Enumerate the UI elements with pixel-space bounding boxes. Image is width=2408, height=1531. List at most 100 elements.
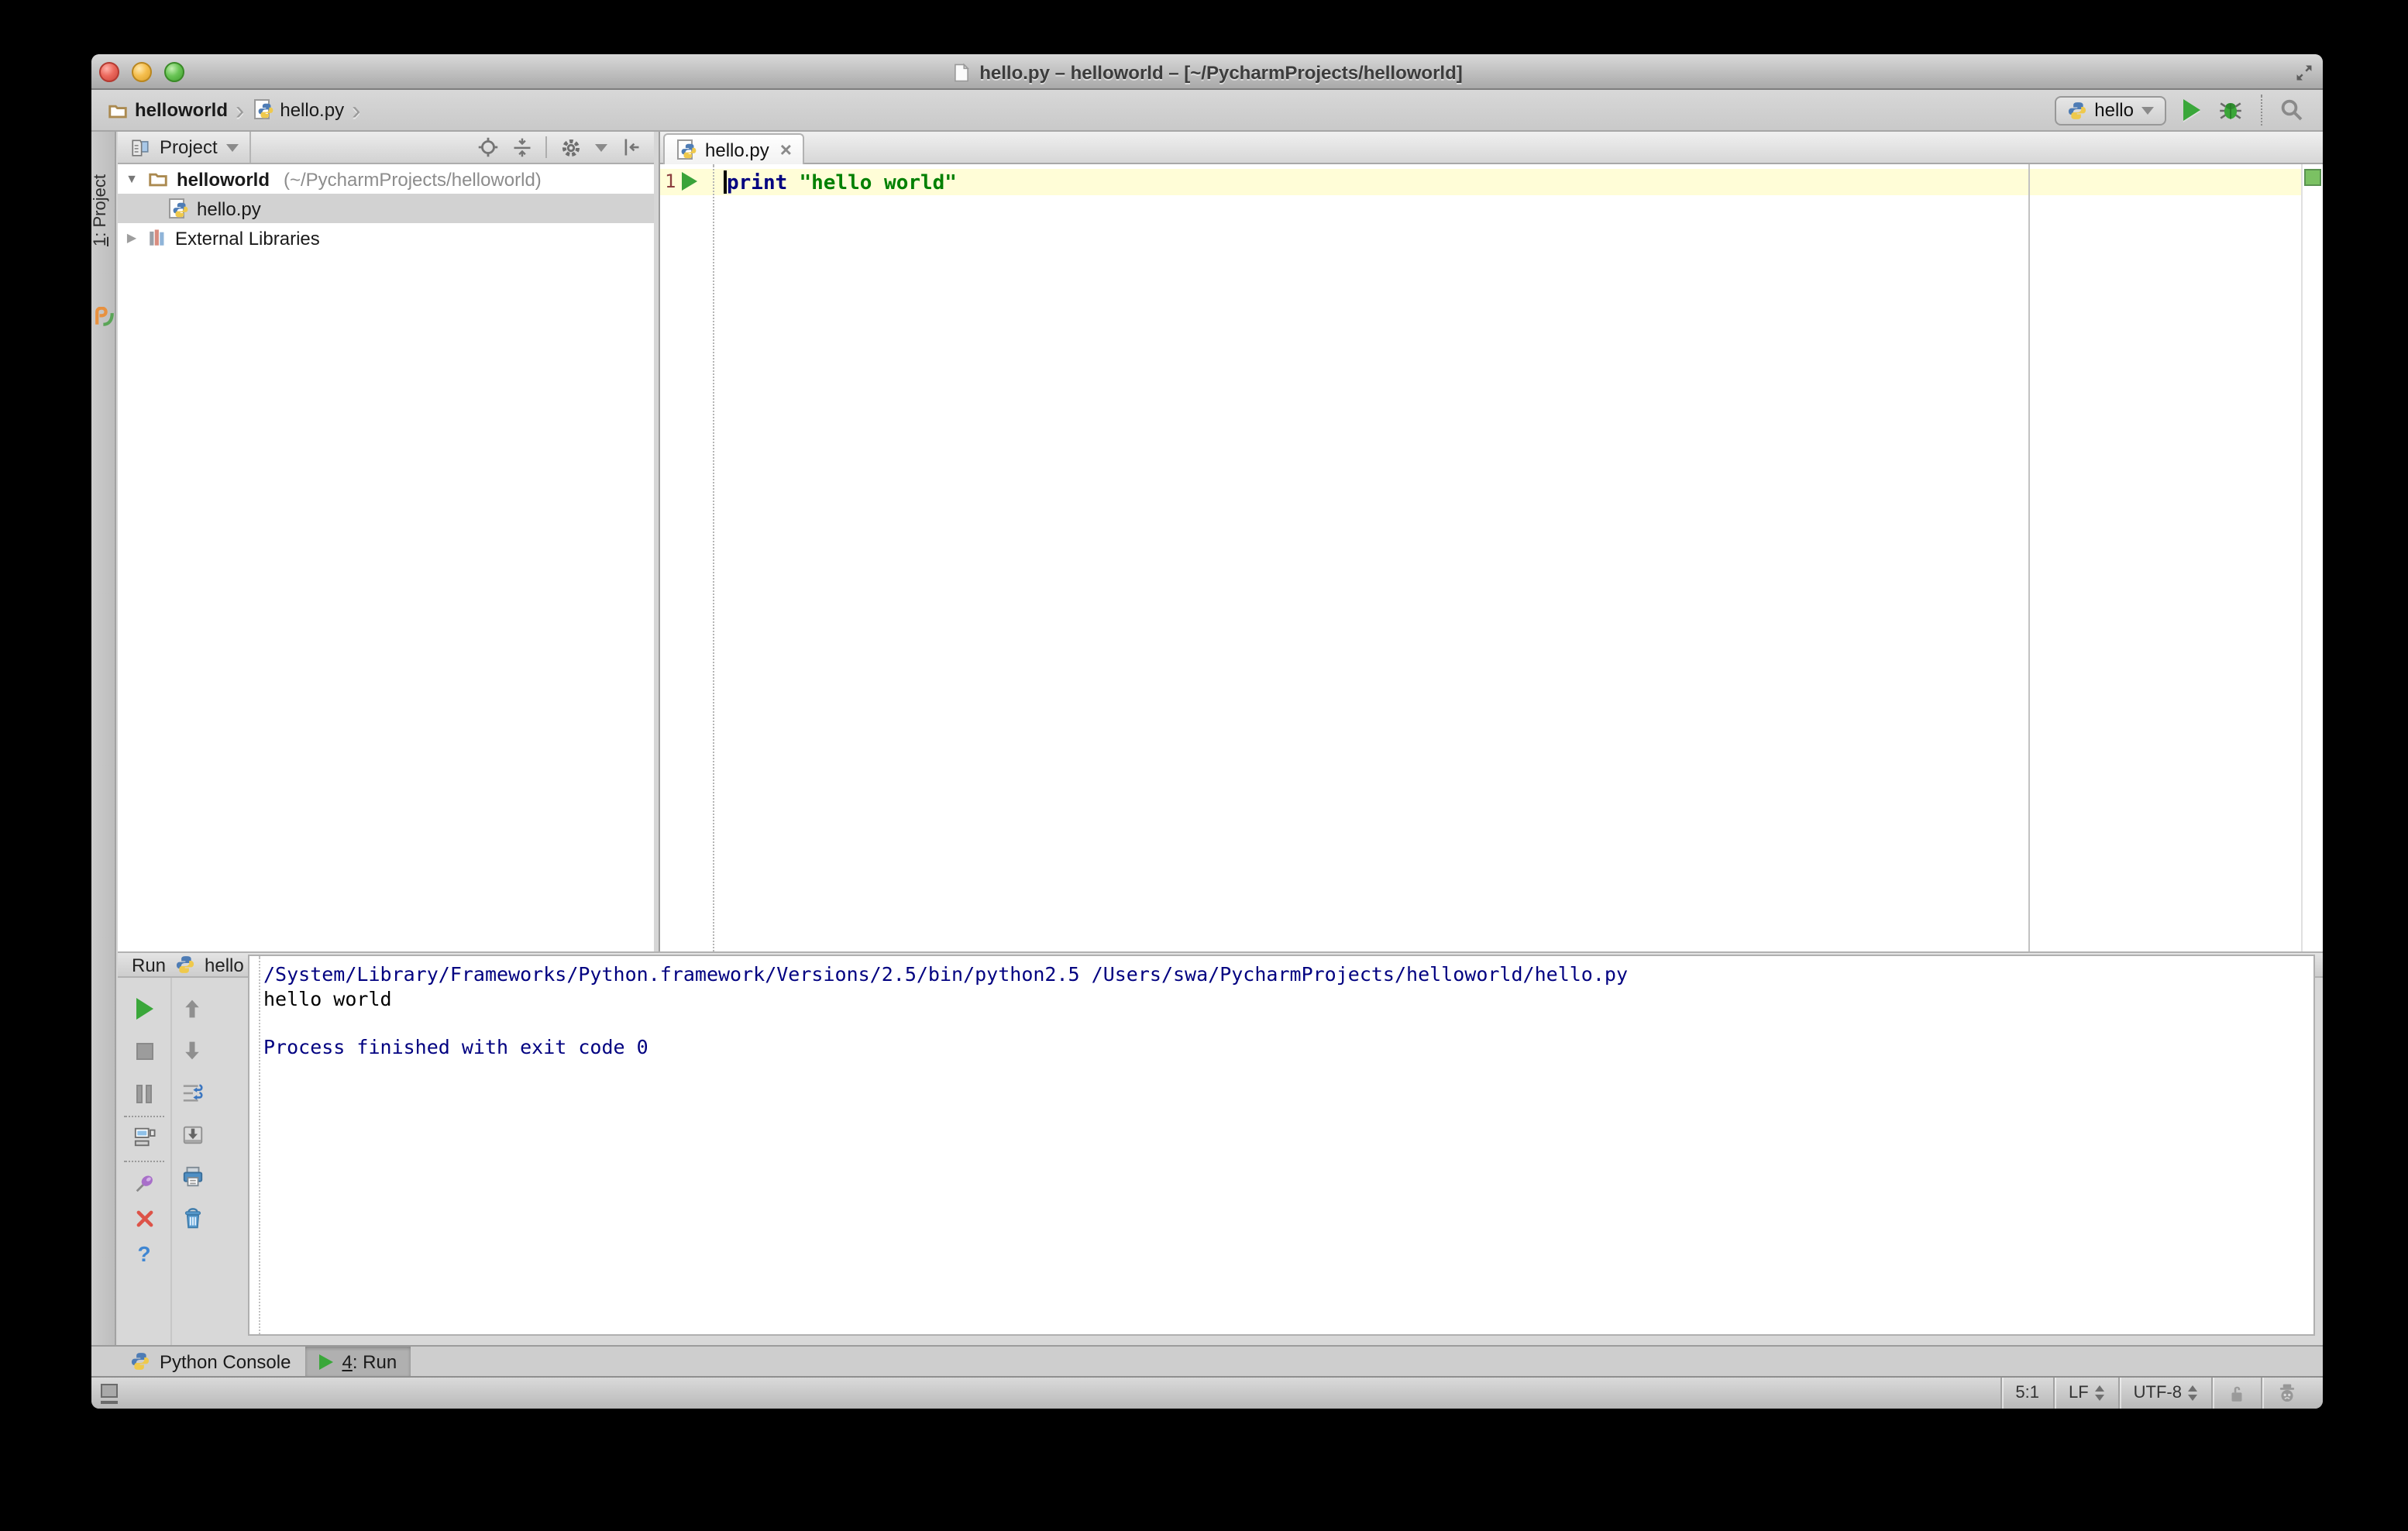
inspection-status-indicator[interactable] <box>2304 169 2321 186</box>
toolbar-divider <box>170 978 172 1345</box>
pin-tab-button[interactable] <box>132 1170 157 1195</box>
title-bar[interactable]: hello.py – helloworld – [~/PycharmProjec… <box>91 54 2323 90</box>
unlock-icon <box>2227 1383 2247 1403</box>
tree-row-project-root[interactable]: ▼ helloworld (~/PycharmProjects/hellowor… <box>118 164 654 194</box>
status-bar: 5:1 LF UTF-8 <box>91 1376 2323 1409</box>
project-toolwindow-button[interactable]: 1: Project <box>91 174 110 246</box>
hide-panel-icon[interactable] <box>620 136 642 158</box>
code-string: "hello world" <box>799 172 957 195</box>
updown-arrows-icon <box>2188 1385 2197 1401</box>
editor-area: hello.py × 1 print "hello world" <box>659 132 2323 951</box>
toolwindow-bar: Python Console 4: Run <box>91 1345 2323 1376</box>
chevron-down-icon <box>226 143 239 151</box>
project-panel: Project ▼ helloworld (~/PycharmProjects/… <box>118 132 654 951</box>
console-line: /System/Library/Frameworks/Python.framew… <box>263 962 1628 986</box>
run-tab-name: hello <box>205 954 244 975</box>
scroll-to-end-button[interactable] <box>180 1122 205 1147</box>
python-file-icon <box>252 99 273 121</box>
pycharm-window: hello.py – helloworld – [~/PycharmProjec… <box>91 54 2323 1409</box>
pause-output-button[interactable] <box>132 1082 157 1106</box>
toggle-toolwindows-icon[interactable] <box>101 1384 119 1403</box>
text-caret <box>724 170 726 194</box>
tab-hello-py[interactable]: hello.py × <box>663 133 804 164</box>
folder-icon <box>107 100 129 120</box>
line-separator-widget[interactable]: LF <box>2052 1378 2118 1409</box>
python-console-button[interactable]: Python Console <box>116 1347 304 1376</box>
editor-tab-strip: hello.py × <box>660 132 2323 164</box>
python-icon <box>2066 100 2086 120</box>
fullscreen-icon[interactable] <box>2292 60 2315 84</box>
chevron-right-icon: › <box>236 95 245 125</box>
gutter-separator <box>713 164 714 951</box>
rerun-button[interactable] <box>132 996 157 1021</box>
python-console-label: Python Console <box>160 1350 291 1372</box>
gear-icon[interactable] <box>559 136 583 159</box>
line-number: 1 <box>665 170 676 192</box>
toolbar-separator <box>124 1116 164 1117</box>
chevron-down-icon <box>2141 106 2154 114</box>
clear-all-button[interactable] <box>180 1206 205 1230</box>
screen: hello.py – helloworld – [~/PycharmProjec… <box>0 0 2408 1531</box>
close-tab-icon[interactable]: × <box>780 138 792 161</box>
expanded-arrow-icon[interactable]: ▼ <box>124 172 139 186</box>
soft-wrap-button[interactable] <box>180 1080 205 1105</box>
stop-button[interactable] <box>132 1038 157 1063</box>
tree-item-name: hello.py <box>197 198 261 219</box>
encoding-widget[interactable]: UTF-8 <box>2117 1378 2211 1409</box>
books-icon <box>147 228 167 248</box>
project-view-label: Project <box>160 136 218 158</box>
editor-error-stripe[interactable] <box>2301 164 2323 951</box>
run-configuration-name: hello <box>2094 99 2134 121</box>
breadcrumb-item-project[interactable]: helloworld <box>135 99 228 121</box>
up-stack-trace-button[interactable] <box>180 996 205 1021</box>
run-toolbar: ? <box>118 978 222 1345</box>
collapsed-arrow-icon[interactable]: ▶ <box>124 231 139 245</box>
run-console[interactable]: /System/Library/Frameworks/Python.framew… <box>248 955 2315 1336</box>
locate-file-icon[interactable] <box>477 136 499 158</box>
console-line: hello world <box>263 986 392 1010</box>
breadcrumb-item-file[interactable]: hello.py <box>280 99 344 121</box>
console-line: Process finished with exit code 0 <box>263 1034 648 1058</box>
restore-layout-button[interactable] <box>132 1123 157 1148</box>
run-toolwindow: Run hello ? /System/Library/Frameworks/P… <box>118 951 2323 1345</box>
down-stack-trace-button[interactable] <box>180 1038 205 1063</box>
print-button[interactable] <box>180 1164 205 1189</box>
debug-button[interactable] <box>2217 97 2244 123</box>
project-view-icon <box>130 137 150 157</box>
python-file-icon <box>676 139 697 160</box>
pycharm-logo-icon <box>94 307 114 327</box>
highlighting-level-widget[interactable] <box>2261 1378 2313 1409</box>
tree-item-path: (~/PycharmProjects/helloworld) <box>284 168 542 190</box>
readonly-lock-widget[interactable] <box>2211 1378 2261 1409</box>
search-icon[interactable] <box>2279 98 2304 122</box>
run-button[interactable] <box>2183 99 2200 121</box>
tree-row-hello-py[interactable]: hello.py <box>118 194 654 223</box>
run-configuration-selector[interactable]: hello <box>2054 95 2166 125</box>
close-button[interactable] <box>132 1206 157 1230</box>
inspector-icon <box>2276 1382 2298 1404</box>
breadcrumb: helloworld › hello.py › <box>91 97 362 123</box>
project-view-selector[interactable]: Project <box>118 132 251 163</box>
tree-item-name: helloworld <box>177 168 270 190</box>
run-toolwindow-button[interactable]: 4: Run <box>304 1347 411 1376</box>
navigation-bar: helloworld › hello.py › hello <box>91 90 2323 132</box>
console-gutter-separator <box>259 956 260 1334</box>
tree-row-external-libraries[interactable]: ▶ External Libraries <box>118 223 654 253</box>
left-toolwindow-strip: 1: Project <box>91 132 116 1345</box>
code-editor[interactable]: 1 print "hello world" <box>660 164 2323 951</box>
help-button[interactable]: ? <box>132 1241 157 1266</box>
toolbar-separator <box>545 136 547 158</box>
console-output: /System/Library/Frameworks/Python.framew… <box>263 962 2307 1058</box>
code-keyword: print <box>727 172 788 195</box>
collapse-all-icon[interactable] <box>511 136 533 158</box>
python-console-icon <box>130 1351 150 1371</box>
code-line-1: print "hello world" <box>724 170 957 195</box>
caret-position-widget[interactable]: 5:1 <box>2000 1378 2053 1409</box>
project-panel-header: Project <box>118 132 654 164</box>
chevron-down-icon <box>595 143 607 151</box>
updown-arrows-icon <box>2094 1385 2104 1401</box>
chevron-right-icon: › <box>352 95 361 125</box>
toolbar-separator <box>124 1161 164 1162</box>
run-line-icon[interactable] <box>682 172 697 191</box>
